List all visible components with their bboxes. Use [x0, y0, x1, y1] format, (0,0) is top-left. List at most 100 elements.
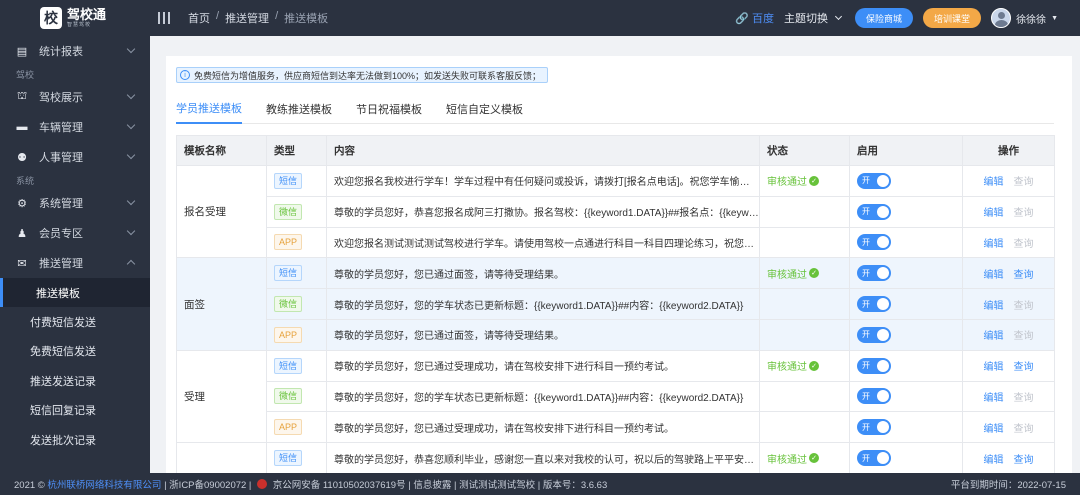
edit-link[interactable]: 编辑 [984, 204, 1004, 219]
theme-label: 主题切换 [784, 13, 829, 25]
sidebar-item-label: 系统管理 [39, 198, 83, 210]
edit-link[interactable]: 编辑 [984, 235, 1004, 250]
sidebar-subitem-push-template[interactable]: 推送模板 [0, 278, 150, 308]
people-icon: ⚉ [17, 151, 27, 164]
query-link[interactable]: 查询 [1014, 451, 1034, 466]
sidebar-item-label: 人事管理 [39, 152, 83, 164]
theme-switch[interactable]: 主题切换 [784, 10, 845, 26]
footer-company-link[interactable]: 杭州联桥网络科技有限公司 [47, 480, 161, 491]
insurance-mall-button[interactable]: 保险商城 [855, 8, 914, 28]
sidebar-item-vehicle[interactable]: ▬ 车辆管理 [0, 112, 150, 142]
enable-toggle[interactable]: 开 [857, 326, 891, 343]
toggle-label: 开 [862, 422, 870, 432]
edit-link[interactable]: 编辑 [984, 266, 1004, 281]
sidebar-subitem-free-sms[interactable]: 免费短信发送 [0, 337, 150, 366]
sidebar-subitem-batch-records[interactable]: 发送批次记录 [0, 425, 150, 454]
breadcrumb-push-management[interactable]: 推送管理 [225, 10, 269, 26]
enable-toggle[interactable]: 开 [857, 388, 891, 405]
enable-toggle[interactable]: 开 [857, 419, 891, 436]
notice-bar: i 免费短信为增值服务，供应商短信到达率无法做到100%；如发送失败可联系客服反… [176, 67, 549, 83]
edit-link[interactable]: 编辑 [984, 389, 1004, 404]
footer-icp[interactable]: | 浙ICP备09002072 | [164, 480, 251, 491]
edit-link[interactable]: 编辑 [984, 420, 1004, 435]
query-link[interactable]: 查询 [1014, 358, 1034, 373]
breadcrumb: 首页 / 推送管理 / 推送模板 [188, 10, 329, 26]
table-row: APP 欢迎您报名测试测试测试驾校进行学车。请使用驾校一点通进行科目一科目四理论练… [177, 226, 1055, 259]
training-class-button[interactable]: 培训课堂 [923, 8, 982, 28]
enable-toggle[interactable]: 开 [857, 450, 891, 467]
sidebar-group-system: 系统 [16, 175, 35, 186]
type-cell: 短信 [266, 349, 327, 382]
sidebar-subitem-push-records[interactable]: 推送发送记录 [0, 366, 150, 395]
breadcrumb-home[interactable]: 首页 [188, 10, 210, 26]
chevron-up-icon [126, 259, 136, 269]
enable-toggle[interactable]: 开 [857, 296, 891, 313]
logo[interactable]: 校 驾校通 智慧驾校 [0, 7, 150, 29]
member-icon: ♟ [17, 227, 27, 240]
baidu-label: 百度 [752, 13, 775, 25]
info-icon: i [180, 70, 190, 80]
status-text: 审核通过 [767, 362, 807, 374]
enable-toggle[interactable]: 开 [857, 357, 891, 374]
sidebar-item-label: 统计报表 [39, 46, 83, 58]
collapse-menu-icon[interactable] [158, 11, 172, 25]
link-icon: 🔗 [735, 12, 750, 25]
enable-toggle[interactable]: 开 [857, 203, 891, 220]
status-cell: 审核通过 ✓ [759, 257, 850, 290]
template-name-cell [176, 442, 267, 474]
enabled-cell: 开 [849, 442, 963, 474]
sidebar-item-label: 推送管理 [39, 258, 83, 270]
table-row: 受理 短信 尊敬的学员您好，您已通过受理成功，请在驾校安排下进行科目一预约考试。 审核… [176, 349, 1055, 444]
footer-copyright: 2021 © 杭州联桥网络科技有限公司 | 浙ICP备09002072 | 京公… [14, 477, 607, 491]
edit-link[interactable]: 编辑 [984, 451, 1004, 466]
content-cell: 尊敬的学员您好，您的学车状态已更新标题：{{keyword1.DATA}}##内… [326, 380, 760, 413]
toggle-knob [877, 328, 889, 341]
actions-cell: 编辑 查询 [962, 442, 1055, 474]
sidebar-subitem-paid-sms[interactable]: 付费短信发送 [0, 307, 150, 336]
status-cell: 审核通过 ✓ [759, 165, 850, 197]
sidebar-item-member[interactable]: ♟ 会员专区 [0, 218, 150, 248]
type-cell: APP [266, 411, 327, 444]
main-content: i 免费短信为增值服务，供应商短信到达率无法做到100%；如发送失败可联系客服反… [150, 36, 1080, 474]
caret-down-icon: ▼ [1051, 14, 1058, 22]
user-menu[interactable]: 徐徐徐 ▼ [991, 8, 1058, 28]
edit-link[interactable]: 编辑 [984, 358, 1004, 373]
table-row: 微信 尊敬的学员您好，您的学车状态已更新标题：{{keyword1.DATA}}#… [177, 380, 1055, 413]
column-header-actions: 操作 [962, 135, 1055, 166]
enabled-cell: 开 [849, 411, 963, 444]
sidebar-item-push[interactable]: ✉ 推送管理 [0, 248, 150, 278]
query-link[interactable]: 查询 [1014, 266, 1034, 281]
toggle-label: 开 [862, 268, 870, 278]
content-cell: 尊敬的学员您好，您已通过面签，请等待受理结果。 [326, 257, 760, 290]
type-tag: 微信 [274, 388, 303, 405]
actions-cell: 编辑 查询 [962, 165, 1055, 197]
sidebar-subitem-sms-reply[interactable]: 短信回复记录 [0, 396, 150, 425]
tab-coach-template[interactable]: 教练推送模板 [266, 94, 332, 124]
enable-toggle[interactable]: 开 [857, 234, 891, 251]
tab-holiday-template[interactable]: 节日祝福模板 [356, 94, 422, 124]
edit-link[interactable]: 编辑 [984, 173, 1004, 188]
toggle-label: 开 [862, 361, 870, 371]
footer: 2021 © 杭州联桥网络科技有限公司 | 浙ICP备09002072 | 京公… [0, 473, 1080, 495]
edit-link[interactable]: 编辑 [984, 297, 1004, 312]
tab-student-template[interactable]: 学员推送模板 [176, 94, 242, 124]
content-cell: 尊敬的学员您好，您已通过受理成功，请在驾校安排下进行科目一预约考试。 [326, 349, 760, 382]
police-badge-icon [257, 479, 268, 489]
tab-custom-sms-template[interactable]: 短信自定义模板 [446, 94, 523, 124]
content-cell: 尊敬的学员您好，恭喜您报名成阿三打撒协。报名驾校：{{keyword1.DATA… [326, 195, 760, 228]
sidebar-item-label: 驾校展示 [39, 92, 83, 104]
enable-toggle[interactable]: 开 [857, 265, 891, 282]
sidebar-item-system[interactable]: ⚙ 系统管理 [0, 188, 150, 218]
baidu-link[interactable]: 🔗 百度 [735, 10, 774, 26]
type-tag: APP [274, 234, 303, 251]
toggle-knob [877, 174, 889, 187]
sidebar-item-school-display[interactable]: ⛫ 驾校展示 [0, 82, 150, 112]
sidebar-item-statistics[interactable]: ▤ 统计报表 [0, 36, 150, 66]
table-row: 报名受理 短信 欢迎您报名我校进行学车！学车过程中有任何疑问或投诉，请拨打[报名点电… [176, 164, 1055, 259]
enable-toggle[interactable]: 开 [857, 172, 891, 189]
chevron-down-icon [126, 120, 136, 130]
enabled-cell: 开 [849, 257, 963, 290]
sidebar-item-personnel[interactable]: ⚉ 人事管理 [0, 142, 150, 172]
edit-link[interactable]: 编辑 [984, 327, 1004, 342]
enabled-cell: 开 [849, 318, 963, 351]
